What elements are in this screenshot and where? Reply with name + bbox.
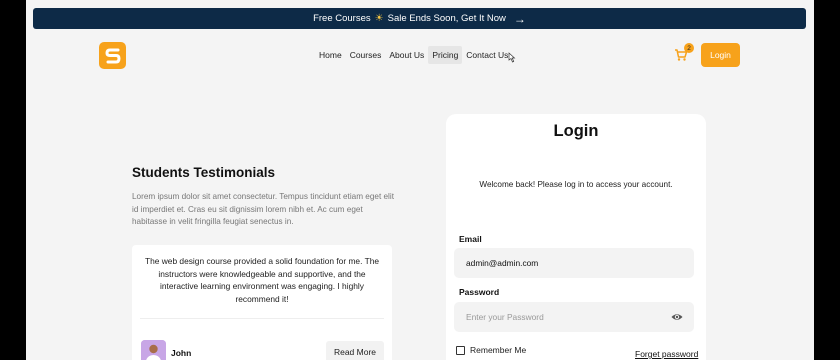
remember-me-checkbox[interactable] bbox=[456, 345, 465, 355]
sun-icon: ☀ bbox=[374, 13, 384, 24]
login-card: Login Welcome back! Please log in to acc… bbox=[446, 114, 706, 360]
password-field[interactable]: Enter your Password bbox=[454, 302, 694, 332]
mouse-cursor-icon bbox=[508, 52, 516, 63]
nav-item-contact-us[interactable]: Contact Us bbox=[462, 46, 512, 64]
header-login-button[interactable]: Login bbox=[701, 43, 740, 67]
email-label: Email bbox=[459, 234, 482, 244]
testimonial-name: John bbox=[171, 348, 192, 358]
password-placeholder: Enter your Password bbox=[466, 312, 544, 322]
cart-button[interactable]: 2 bbox=[674, 43, 694, 64]
login-title: Login bbox=[553, 122, 599, 140]
remember-me-row[interactable]: Remember Me bbox=[456, 345, 526, 355]
nav-item-pricing[interactable]: Pricing bbox=[428, 46, 463, 64]
testimonial-card: The web design course provided a solid f… bbox=[132, 245, 392, 360]
banner-text-after: Sale Ends Soon, Get It Now bbox=[387, 13, 506, 24]
password-label: Password bbox=[459, 287, 500, 297]
login-welcome-text: Welcome back! Please log in to access yo… bbox=[479, 180, 673, 189]
arrow-right-icon: → bbox=[513, 11, 526, 26]
email-field[interactable]: admin@admin.com bbox=[454, 248, 694, 278]
main-nav: Home Courses About Us Pricing Contact Us bbox=[315, 46, 512, 64]
person-avatar-icon bbox=[141, 340, 166, 360]
nav-item-about-us[interactable]: About Us bbox=[385, 46, 428, 64]
nav-item-courses[interactable]: Courses bbox=[346, 46, 386, 64]
divider bbox=[140, 318, 384, 319]
promo-banner[interactable]: Free Courses ☀ Sale Ends Soon, Get It No… bbox=[33, 8, 806, 29]
banner-text-before: Free Courses bbox=[313, 13, 371, 24]
nav-item-home[interactable]: Home bbox=[315, 46, 346, 64]
read-more-button[interactable]: Read More bbox=[326, 341, 384, 360]
page: Free Courses ☀ Sale Ends Soon, Get It No… bbox=[26, 0, 814, 360]
testimonial-quote: The web design course provided a solid f… bbox=[144, 256, 380, 304]
avatar bbox=[141, 340, 166, 360]
logo-s-icon bbox=[105, 48, 120, 63]
testimonials-title: Students Testimonials bbox=[132, 165, 276, 180]
logo[interactable] bbox=[99, 42, 126, 69]
eye-icon[interactable] bbox=[671, 311, 683, 323]
remember-me-label: Remember Me bbox=[470, 345, 527, 355]
testimonials-intro: Lorem ipsum dolor sit amet consectetur. … bbox=[132, 192, 394, 227]
forget-password-link[interactable]: Forget password bbox=[635, 349, 698, 359]
cart-count-badge: 2 bbox=[684, 43, 694, 53]
